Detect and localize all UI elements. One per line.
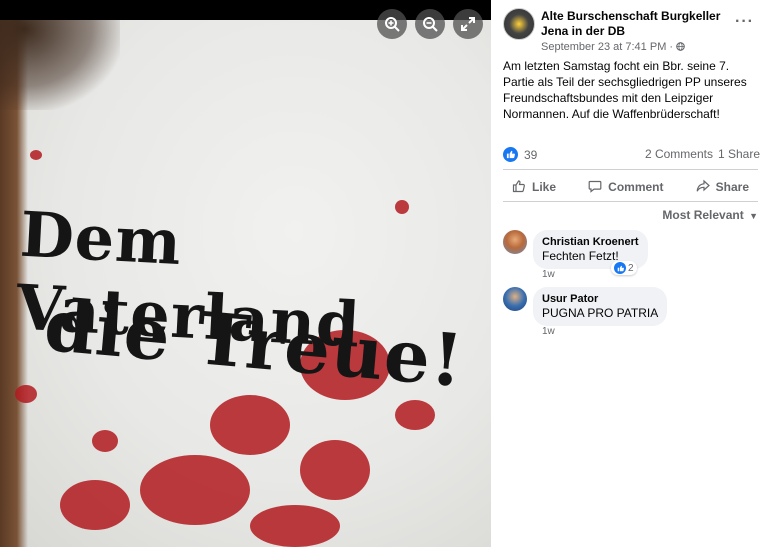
share-button[interactable]: Share: [687, 176, 758, 198]
like-label: Like: [532, 180, 557, 194]
post-actions: Like Comment Share: [503, 176, 758, 198]
comment-reaction-count: 2: [628, 262, 634, 274]
comment-bubble: Usur Pator PUGNA PRO PATRIA: [533, 287, 668, 326]
zoom-in-icon: [385, 17, 400, 32]
commenter-avatar[interactable]: [503, 230, 527, 254]
photo-stain: [210, 395, 290, 455]
comment-sort-dropdown[interactable]: Most Relevant ▼: [662, 208, 758, 222]
zoom-in-button[interactable]: [377, 9, 407, 39]
photo-stain: [395, 400, 435, 430]
share-label: Share: [715, 180, 749, 194]
like-reaction-icon: [503, 147, 518, 162]
fullscreen-button[interactable]: [453, 9, 483, 39]
photo-stain: [140, 455, 250, 525]
comment-item: Usur Pator PUGNA PRO PATRIA 1w: [503, 287, 763, 342]
comments-count-link[interactable]: 2 Comments: [645, 147, 713, 161]
divider: [503, 201, 758, 202]
photo-stain: [60, 480, 130, 530]
comment-label: Comment: [608, 180, 664, 194]
post-timestamp[interactable]: September 23 at 7:41 PM: [541, 41, 666, 53]
comment-icon: [588, 179, 602, 196]
comment-text: PUGNA PRO PATRIA: [542, 306, 659, 320]
page-name-link[interactable]: Alte Burschenschaft Burgkeller Jena in d…: [541, 9, 731, 39]
facebook-photo-post: Dem Vaterland die Treue! Alte Burschensc…: [0, 0, 768, 547]
photo-stain: [92, 430, 118, 452]
comment-time[interactable]: 1w: [542, 269, 555, 280]
zoom-out-icon: [423, 17, 438, 32]
comment-sort-label: Most Relevant: [662, 208, 744, 222]
photo-stain: [15, 385, 37, 403]
share-arrow-icon: [696, 179, 710, 196]
commenter-avatar[interactable]: [503, 287, 527, 311]
post-meta: September 23 at 7:41 PM ·: [541, 41, 685, 53]
comment-reaction-badge[interactable]: 2: [611, 261, 637, 275]
thumbs-up-icon: [512, 179, 526, 196]
reaction-summary[interactable]: 39: [503, 147, 537, 162]
engagement-counts: 2 Comments 1 Share: [645, 147, 760, 161]
caret-down-icon: ▼: [749, 211, 758, 221]
fullscreen-icon: [461, 17, 475, 31]
globe-icon: [676, 41, 685, 53]
comment-button[interactable]: Comment: [579, 176, 672, 198]
more-options-button[interactable]: ···: [735, 13, 754, 31]
photo-stain: [395, 200, 409, 214]
photo-hair: [0, 20, 120, 110]
page-avatar[interactable]: [503, 8, 535, 40]
divider: [503, 169, 758, 170]
comment-author[interactable]: Usur Pator: [542, 292, 658, 306]
post-side-panel: Alte Burschenschaft Burgkeller Jena in d…: [491, 0, 768, 547]
photo-viewer[interactable]: Dem Vaterland die Treue!: [0, 0, 491, 547]
photo-stain: [250, 505, 340, 547]
comment-time[interactable]: 1w: [542, 326, 555, 337]
photo-stain: [30, 150, 42, 160]
photo-stain: [300, 440, 370, 500]
post-text: Am letzten Samstag focht ein Bbr. seine …: [503, 59, 747, 121]
comment-author[interactable]: Christian Kroenert: [542, 235, 639, 249]
shares-count-link[interactable]: 1 Share: [718, 147, 760, 161]
reaction-count: 39: [524, 147, 538, 162]
zoom-out-button[interactable]: [415, 9, 445, 39]
comment-item: Christian Kroenert Fechten Fetzt! 2 1w: [503, 230, 763, 285]
like-reaction-icon: [614, 262, 626, 274]
like-button[interactable]: Like: [503, 176, 565, 198]
